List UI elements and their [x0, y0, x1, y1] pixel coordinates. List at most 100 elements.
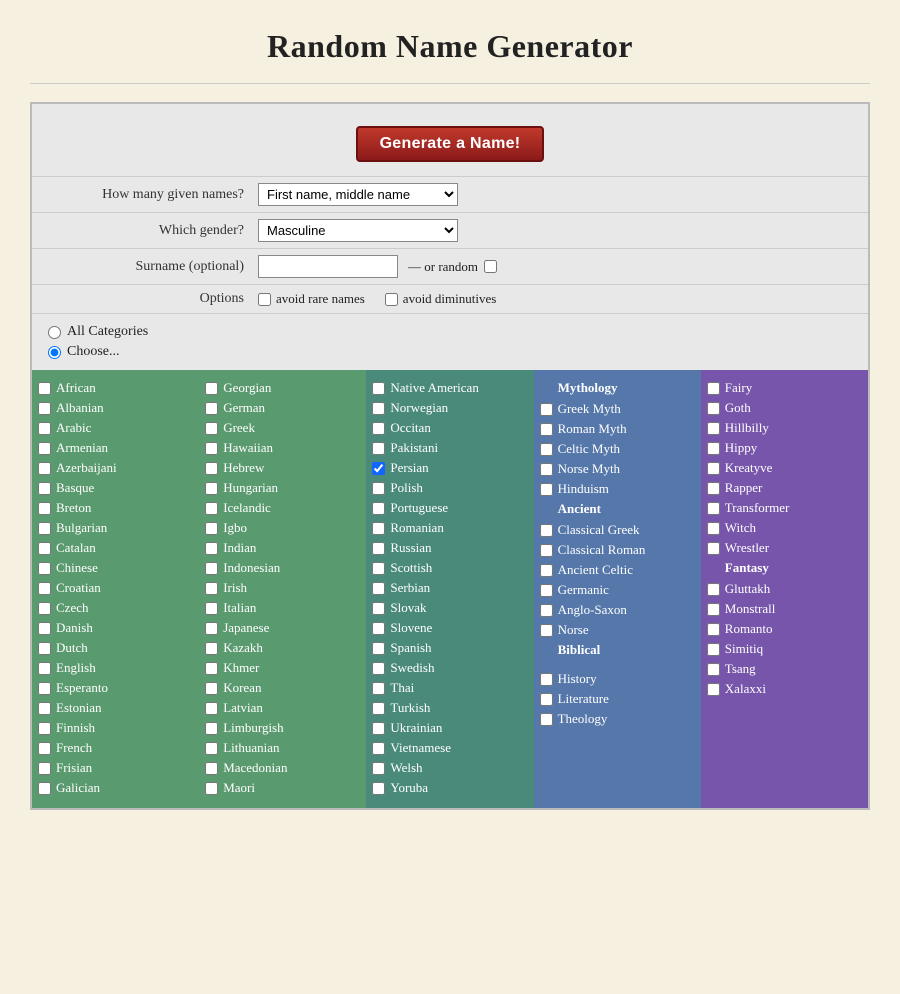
cat-checkbox-occitan[interactable]	[372, 422, 385, 435]
cat-checkbox-hebrew[interactable]	[205, 462, 218, 475]
cat-checkbox-slovak[interactable]	[372, 602, 385, 615]
cat-checkbox-polish[interactable]	[372, 482, 385, 495]
cat-checkbox-greek[interactable]	[205, 422, 218, 435]
cat-checkbox-ukrainian[interactable]	[372, 722, 385, 735]
cat-checkbox-croatian[interactable]	[38, 582, 51, 595]
cat-checkbox-hinduism[interactable]	[540, 483, 553, 496]
cat-checkbox-hillbilly[interactable]	[707, 422, 720, 435]
cat-checkbox-thai[interactable]	[372, 682, 385, 695]
cat-checkbox-albanian[interactable]	[38, 402, 51, 415]
cat-checkbox-xalaxxi[interactable]	[707, 683, 720, 696]
cat-checkbox-macedonian[interactable]	[205, 762, 218, 775]
cat-checkbox-spanish[interactable]	[372, 642, 385, 655]
cat-checkbox-wrestler[interactable]	[707, 542, 720, 555]
cat-checkbox-indonesian[interactable]	[205, 562, 218, 575]
cat-checkbox-dutch[interactable]	[38, 642, 51, 655]
cat-checkbox-russian[interactable]	[372, 542, 385, 555]
cat-checkbox-classical-roman[interactable]	[540, 544, 553, 557]
choose-radio[interactable]	[48, 346, 61, 359]
cat-checkbox-kreatyve[interactable]	[707, 462, 720, 475]
cat-checkbox-simitiq[interactable]	[707, 643, 720, 656]
cat-checkbox-indian[interactable]	[205, 542, 218, 555]
cat-checkbox-khmer[interactable]	[205, 662, 218, 675]
cat-checkbox-scottish[interactable]	[372, 562, 385, 575]
cat-checkbox-norse[interactable]	[540, 624, 553, 637]
cat-checkbox-welsh[interactable]	[372, 762, 385, 775]
cat-checkbox-french[interactable]	[38, 742, 51, 755]
cat-checkbox-turkish[interactable]	[372, 702, 385, 715]
cat-checkbox-italian[interactable]	[205, 602, 218, 615]
cat-checkbox-arabic[interactable]	[38, 422, 51, 435]
cat-checkbox-witch[interactable]	[707, 522, 720, 535]
cat-checkbox-georgian[interactable]	[205, 382, 218, 395]
cat-checkbox-estonian[interactable]	[38, 702, 51, 715]
cat-checkbox-anglo-saxon[interactable]	[540, 604, 553, 617]
random-surname-checkbox[interactable]	[484, 260, 497, 273]
cat-checkbox-korean[interactable]	[205, 682, 218, 695]
cat-checkbox-norwegian[interactable]	[372, 402, 385, 415]
cat-checkbox-breton[interactable]	[38, 502, 51, 515]
cat-checkbox-maori[interactable]	[205, 782, 218, 795]
cat-checkbox-hungarian[interactable]	[205, 482, 218, 495]
cat-checkbox-ancient-celtic[interactable]	[540, 564, 553, 577]
cat-checkbox-japanese[interactable]	[205, 622, 218, 635]
cat-checkbox-native-american[interactable]	[372, 382, 385, 395]
avoid-diminutives-checkbox[interactable]	[385, 293, 398, 306]
cat-checkbox-romanto[interactable]	[707, 623, 720, 636]
cat-checkbox-gluttakh[interactable]	[707, 583, 720, 596]
cat-checkbox-rapper[interactable]	[707, 482, 720, 495]
all-categories-radio[interactable]	[48, 326, 61, 339]
cat-checkbox-african[interactable]	[38, 382, 51, 395]
cat-checkbox-transformer[interactable]	[707, 502, 720, 515]
cat-checkbox-germanic[interactable]	[540, 584, 553, 597]
cat-checkbox-esperanto[interactable]	[38, 682, 51, 695]
cat-checkbox-tsang[interactable]	[707, 663, 720, 676]
cat-checkbox-icelandic[interactable]	[205, 502, 218, 515]
cat-checkbox-frisian[interactable]	[38, 762, 51, 775]
cat-checkbox-limburgish[interactable]	[205, 722, 218, 735]
cat-checkbox-romanian[interactable]	[372, 522, 385, 535]
cat-checkbox-literature[interactable]	[540, 693, 553, 706]
cat-checkbox-slovene[interactable]	[372, 622, 385, 635]
cat-checkbox-hippy[interactable]	[707, 442, 720, 455]
given-names-select[interactable]: First name only First name, middle name …	[258, 183, 458, 206]
cat-checkbox-history[interactable]	[540, 673, 553, 686]
cat-checkbox-finnish[interactable]	[38, 722, 51, 735]
cat-checkbox-theology[interactable]	[540, 713, 553, 726]
cat-checkbox-fairy[interactable]	[707, 382, 720, 395]
cat-checkbox-greek-myth[interactable]	[540, 403, 553, 416]
cat-checkbox-pakistani[interactable]	[372, 442, 385, 455]
cat-checkbox-basque[interactable]	[38, 482, 51, 495]
cat-checkbox-german[interactable]	[205, 402, 218, 415]
avoid-rare-checkbox[interactable]	[258, 293, 271, 306]
cat-checkbox-bulgarian[interactable]	[38, 522, 51, 535]
cat-checkbox-celtic-myth[interactable]	[540, 443, 553, 456]
gender-select[interactable]: Masculine Feminine Either	[258, 219, 458, 242]
choose-label[interactable]: Choose...	[48, 344, 852, 360]
cat-checkbox-english[interactable]	[38, 662, 51, 675]
cat-checkbox-roman-myth[interactable]	[540, 423, 553, 436]
cat-checkbox-norse-myth[interactable]	[540, 463, 553, 476]
cat-checkbox-serbian[interactable]	[372, 582, 385, 595]
cat-checkbox-galician[interactable]	[38, 782, 51, 795]
cat-checkbox-chinese[interactable]	[38, 562, 51, 575]
generate-button[interactable]: Generate a Name!	[356, 126, 545, 162]
cat-checkbox-swedish[interactable]	[372, 662, 385, 675]
cat-checkbox-irish[interactable]	[205, 582, 218, 595]
cat-checkbox-catalan[interactable]	[38, 542, 51, 555]
cat-checkbox-danish[interactable]	[38, 622, 51, 635]
cat-checkbox-lithuanian[interactable]	[205, 742, 218, 755]
cat-checkbox-vietnamese[interactable]	[372, 742, 385, 755]
cat-checkbox-classical-greek[interactable]	[540, 524, 553, 537]
cat-checkbox-igbo[interactable]	[205, 522, 218, 535]
avoid-rare-label[interactable]: avoid rare names	[258, 291, 365, 307]
cat-checkbox-persian[interactable]	[372, 462, 385, 475]
cat-checkbox-armenian[interactable]	[38, 442, 51, 455]
cat-checkbox-yoruba[interactable]	[372, 782, 385, 795]
all-categories-label[interactable]: All Categories	[48, 324, 852, 340]
cat-checkbox-kazakh[interactable]	[205, 642, 218, 655]
cat-checkbox-hawaiian[interactable]	[205, 442, 218, 455]
cat-checkbox-czech[interactable]	[38, 602, 51, 615]
avoid-diminutives-label[interactable]: avoid diminutives	[385, 291, 497, 307]
surname-input[interactable]	[258, 255, 398, 278]
